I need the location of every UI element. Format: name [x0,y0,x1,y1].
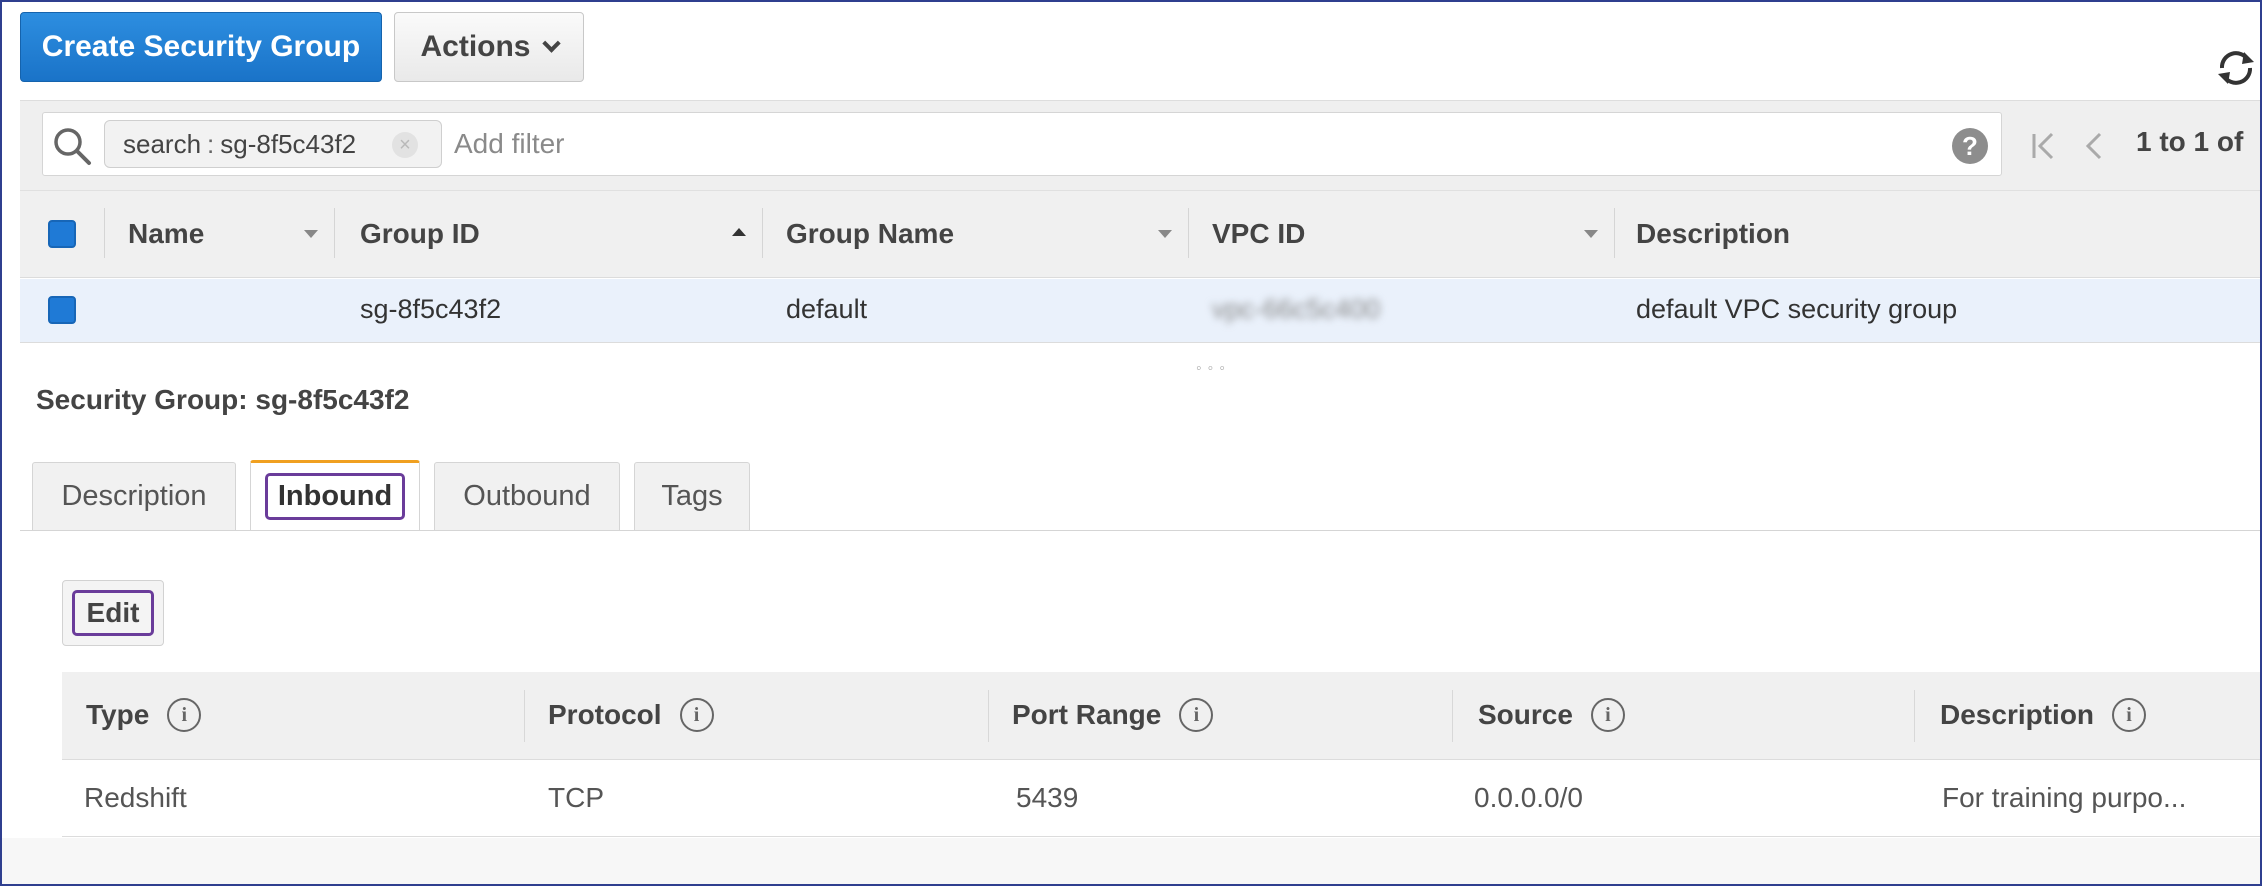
tab-label: Description [61,480,207,512]
add-filter-input[interactable] [452,122,1932,166]
pagination-status: 1 to 1 of [2136,126,2244,157]
column-label: Protocol [548,699,662,730]
tab-outbound[interactable]: Outbound [434,462,620,530]
cell-description: default VPC security group [1636,294,1958,324]
tab-label: Tags [661,480,723,512]
rule-source: 0.0.0.0/0 [1474,782,1583,813]
rule-description: For training purpo... [1942,782,2187,813]
edit-label: Edit [71,590,155,636]
rule-protocol: TCP [548,782,604,813]
chevron-down-icon [541,33,561,53]
rules-column-source: Source i [1478,698,1625,732]
tab-divider [20,530,2262,531]
rule-type: Redshift [84,782,187,813]
column-header-group-name[interactable]: Group Name [786,218,954,250]
help-icon[interactable]: ? [1952,128,1988,164]
info-icon[interactable]: i [2112,698,2147,732]
tab-label: Outbound [463,480,591,512]
column-label: Description [1940,699,2095,730]
column-header-group-id[interactable]: Group ID [360,218,480,250]
sort-down-icon[interactable] [304,230,318,238]
sort-down-icon[interactable] [1158,230,1172,238]
create-security-group-button[interactable]: Create Security Group [20,12,382,82]
sort-up-icon[interactable] [732,228,746,236]
tab-label: Inbound [264,473,406,520]
edit-button[interactable]: Edit [62,580,164,646]
table-row [62,761,2262,837]
info-icon[interactable]: i [679,698,714,732]
refresh-icon[interactable] [2214,46,2258,90]
info-icon[interactable]: i [167,698,202,732]
first-page-icon[interactable] [2028,130,2060,162]
column-header-vpc-id[interactable]: VPC ID [1212,218,1305,250]
rules-column-type: Type i [86,698,202,732]
rules-column-protocol: Protocol i [548,698,714,732]
tab-description[interactable]: Description [32,462,236,530]
detail-title: Security Group: sg-8f5c43f2 [36,384,410,415]
row-checkbox[interactable] [48,296,76,324]
actions-label: Actions [420,30,531,63]
token-separator: : [207,128,215,159]
search-icon [54,128,91,165]
remove-token-icon[interactable]: × [392,132,418,158]
token-key: search [123,128,202,159]
grid-header [20,190,2262,278]
cell-group-id: sg-8f5c43f2 [360,294,502,324]
tab-tags[interactable]: Tags [634,462,750,530]
column-label: Type [86,699,150,730]
select-all-checkbox[interactable] [48,220,76,248]
column-label: Port Range [1012,699,1162,730]
sort-down-icon[interactable] [1584,230,1598,238]
info-icon[interactable]: i [1590,698,1625,732]
actions-dropdown-button[interactable]: Actions [394,12,584,82]
column-header-description[interactable]: Description [1636,218,1790,250]
cell-vpc-id: vpc-66c5c400 [1212,294,1381,324]
prev-page-icon[interactable] [2080,130,2108,162]
token-value: sg-8f5c43f2 [220,128,357,159]
tab-inbound[interactable]: Inbound [250,460,420,530]
rule-port-range: 5439 [1016,782,1079,813]
cell-group-name: default [786,294,868,324]
info-icon[interactable]: i [1179,698,1214,732]
column-label: Source [1478,699,1573,730]
column-header-name[interactable]: Name [128,218,204,250]
footer-band [0,838,2262,886]
rules-column-description: Description i [1940,698,2147,732]
pane-resize-handle[interactable]: ◦◦◦ [1196,360,1231,378]
rules-column-port-range: Port Range i [1012,698,1214,732]
